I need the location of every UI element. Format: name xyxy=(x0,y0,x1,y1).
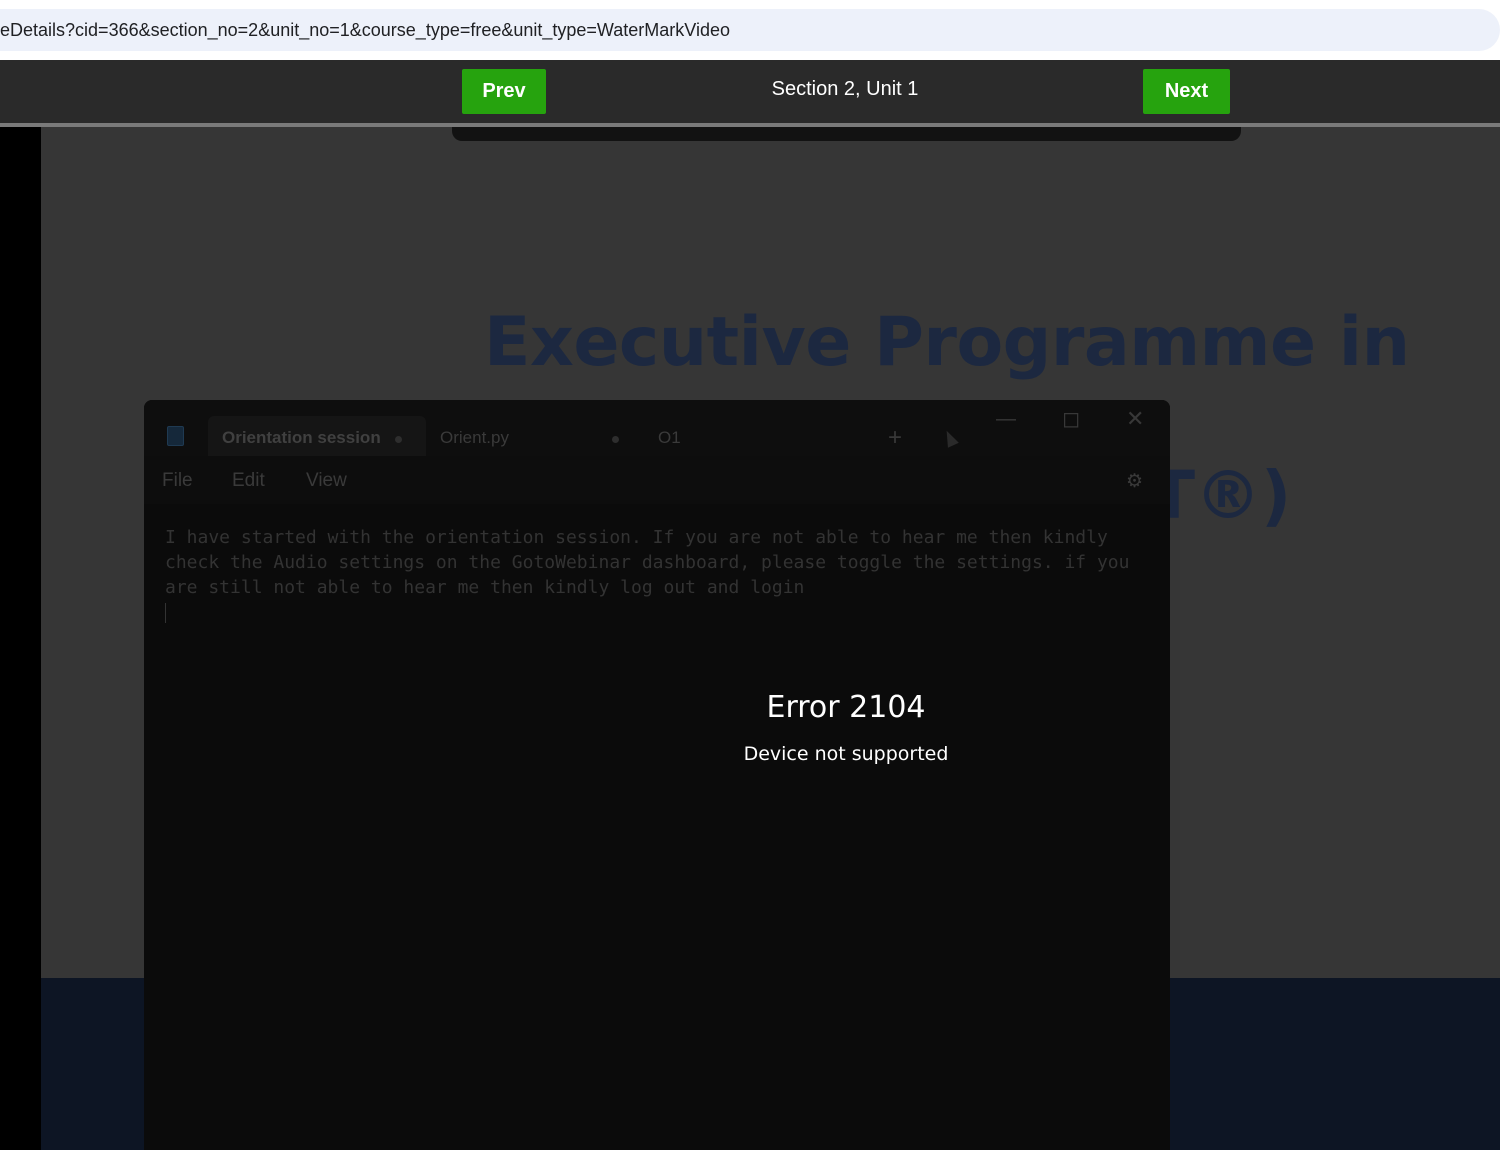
minimize-icon: — xyxy=(996,408,1016,430)
unit-title: Section 2, Unit 1 xyxy=(771,78,919,100)
menu-view: View xyxy=(306,470,347,491)
notepad-text: I have started with the orientation sess… xyxy=(165,527,1130,598)
player-left-edge xyxy=(0,127,41,1150)
tab-orient-py: Orient.py xyxy=(426,416,636,456)
error-message: Device not supported xyxy=(743,743,949,765)
unit-navigation-bar: Prev Section 2, Unit 1 Next xyxy=(0,60,1500,123)
tab-o1: O1 xyxy=(644,416,704,456)
tab-orientation-session: Orientation session xyxy=(208,416,426,456)
notepad-app-icon xyxy=(167,426,184,446)
mouse-cursor-icon xyxy=(941,428,959,448)
tab-label: O1 xyxy=(658,428,681,447)
unsaved-dot-icon xyxy=(395,436,402,443)
slide-top-shadow xyxy=(452,127,1241,141)
browser-toolbar: eDetails?cid=366&section_no=2&unit_no=1&… xyxy=(0,0,1500,60)
prev-button[interactable]: Prev xyxy=(462,69,546,114)
address-bar-url[interactable]: eDetails?cid=366&section_no=2&unit_no=1&… xyxy=(0,20,730,41)
tab-label: Orient.py xyxy=(440,428,509,447)
address-bar[interactable]: eDetails?cid=366&section_no=2&unit_no=1&… xyxy=(0,9,1500,51)
unsaved-dot-icon xyxy=(612,436,619,443)
slide-title-fragment: T®) xyxy=(1150,457,1292,534)
tab-label: Orientation session xyxy=(222,428,381,447)
notepad-window: Orientation session Orient.py O1 + — ◻ ✕… xyxy=(144,400,1170,1150)
slide-title: Executive Programme in xyxy=(484,303,1410,382)
close-icon: ✕ xyxy=(1126,406,1145,431)
menu-file: File xyxy=(162,470,193,491)
notepad-menu-bar: File Edit View ⚙ xyxy=(144,456,1170,504)
text-caret xyxy=(165,603,166,623)
menu-edit: Edit xyxy=(232,470,265,491)
maximize-icon: ◻ xyxy=(1062,406,1081,431)
notepad-tab-strip: Orientation session Orient.py O1 + — ◻ ✕ xyxy=(144,400,1170,456)
error-code: Error 2104 xyxy=(766,690,926,725)
plus-icon: + xyxy=(888,424,903,451)
player-error-overlay: Error 2104 Device not supported xyxy=(600,690,1092,765)
video-player[interactable]: Executive Programme in T®) Orientation s… xyxy=(0,127,1500,1150)
gear-icon: ⚙ xyxy=(1126,471,1144,492)
next-button[interactable]: Next xyxy=(1143,69,1230,114)
